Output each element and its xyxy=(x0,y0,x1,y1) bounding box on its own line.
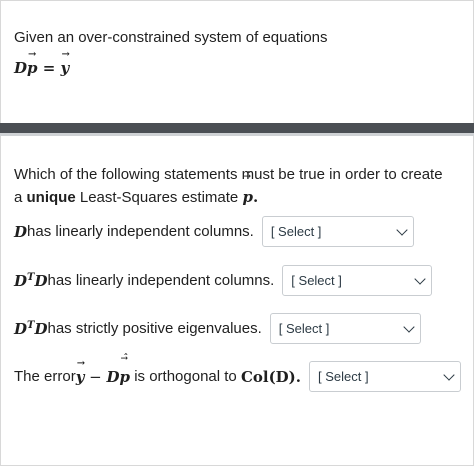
statement-row-1: D has linearly independent columns. [ Se… xyxy=(14,216,414,247)
vector-arrow-icon: → xyxy=(28,49,37,60)
section-divider-shadow xyxy=(0,133,474,136)
chevron-down-icon xyxy=(414,272,426,285)
equation-equals: = xyxy=(37,59,61,77)
statement3-select-value: [ Select ] xyxy=(278,321,330,336)
statement4-select[interactable]: [ Select ] xyxy=(309,361,462,392)
frame-top-border xyxy=(0,0,474,1)
statement4-prefix: The error xyxy=(14,368,76,385)
statement2-text: has linearly independent columns. xyxy=(47,272,275,289)
hat-arrow-icon: →̂ xyxy=(120,353,129,364)
question1-text: Given an over-constrained system of equa… xyxy=(14,29,328,46)
vector-arrow-icon: → xyxy=(61,49,70,60)
equation-matrix-d: D xyxy=(14,59,28,77)
frame-left-border xyxy=(0,0,1,466)
chevron-down-icon xyxy=(396,223,408,236)
section-divider xyxy=(0,123,474,133)
statement2-select-value: [ Select ] xyxy=(291,273,342,288)
estimate-p-hat: →̂ p xyxy=(242,172,253,207)
statement1-select[interactable]: [ Select ] xyxy=(261,216,414,247)
statement4-vector-y: → y xyxy=(75,357,86,386)
question2-period: . xyxy=(252,188,259,206)
statement4-minus: − xyxy=(84,367,107,386)
statement-row-3: DTD has strictly positive eigenvalues. [… xyxy=(14,313,421,344)
statement4-middle: is orthogonal to xyxy=(130,368,241,385)
question2-unique: unique xyxy=(26,189,76,206)
statement-row-2: DTD has linearly independent columns. [ … xyxy=(14,265,433,296)
statement3-text: has strictly positive eigenvalues. xyxy=(47,320,262,337)
equation-vector-p: → p xyxy=(27,49,38,78)
statement1-select-value: [ Select ] xyxy=(270,224,322,239)
statement3-matrix: DTD xyxy=(14,319,48,338)
chevron-down-icon xyxy=(403,320,415,333)
hat-arrow-icon: →̂ xyxy=(243,172,251,182)
statement-row-4: The error → y − D →̂ p is orthogonal to Col… xyxy=(14,353,462,392)
statement4-vector-p-hat: →̂ p xyxy=(119,353,131,386)
statement2-select[interactable]: [ Select ] xyxy=(282,265,433,296)
statement4-col: Col(D). xyxy=(240,367,302,386)
question2-text: Which of the following statements must b… xyxy=(14,164,454,209)
statement2-matrix: DTD xyxy=(14,271,48,290)
chevron-down-icon xyxy=(443,368,455,381)
statement3-select[interactable]: [ Select ] xyxy=(269,313,421,344)
statement4-matrix: D xyxy=(106,367,120,386)
equation-vector-y: → y xyxy=(60,49,70,78)
statement1-text: has linearly independent columns. xyxy=(27,223,254,240)
question2-intro-after: Least-Squares estimate xyxy=(75,189,243,206)
statement1-matrix: D xyxy=(14,222,28,241)
statement4-select-value: [ Select ] xyxy=(318,369,369,384)
vector-arrow-icon: → xyxy=(76,357,86,369)
question1-equation: D → p = → y xyxy=(14,49,70,78)
